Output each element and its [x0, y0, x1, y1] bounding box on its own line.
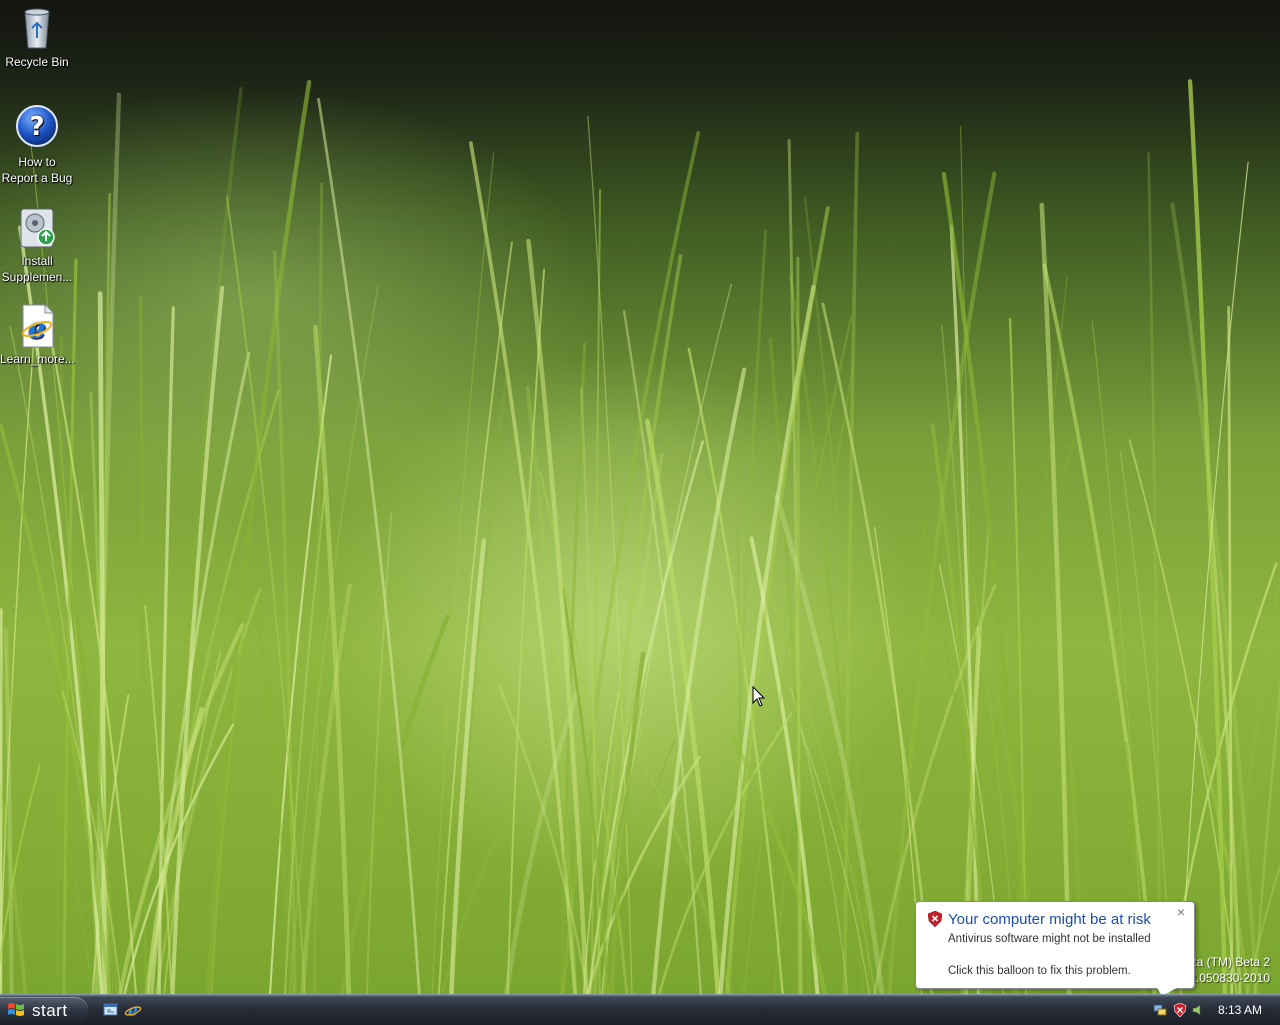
desktop-icon-learn-more[interactable]: e Learn_more... — [0, 301, 74, 367]
desktop-icon-label: How to Report a Bug — [0, 154, 74, 186]
grass-blade — [315, 184, 322, 994]
grass-blade — [588, 116, 632, 994]
balloon-title: Your computer might be at risk — [948, 911, 1151, 928]
start-button[interactable]: start — [0, 997, 88, 1023]
desktop-icon-label: Learn_more... — [0, 351, 74, 367]
svg-text:e: e — [28, 312, 46, 345]
security-shield-icon — [928, 911, 942, 927]
balloon-message: Antivirus software might not be installe… — [948, 933, 1151, 945]
grass-blade — [341, 617, 447, 994]
internet-explorer-document-icon: e — [13, 301, 61, 349]
mouse-pointer-icon — [752, 686, 766, 708]
grass-blade — [367, 514, 392, 994]
desktop-icon-install-supplemental[interactable]: Install Supplemen... — [0, 203, 74, 285]
installer-icon — [13, 203, 61, 251]
grass-blade — [1149, 153, 1161, 994]
taskbar: start e 8:13 AM — [0, 994, 1280, 1025]
help-icon: ? — [13, 104, 61, 152]
desktop-icon-report-bug[interactable]: ? How to Report a Bug — [0, 104, 74, 186]
desktop[interactable]: Recycle Bin ? How to Report a Bug Instal… — [0, 0, 1280, 994]
grass-blade — [528, 241, 586, 994]
show-desktop-icon[interactable] — [102, 1001, 120, 1019]
desktop-icon-label: Recycle Bin — [0, 54, 74, 70]
svg-text:?: ? — [29, 112, 44, 142]
desktop-icon-recycle-bin[interactable]: Recycle Bin — [0, 4, 74, 70]
network-icon[interactable] — [1153, 1003, 1167, 1017]
security-balloon[interactable]: Your computer might be at risk Antivirus… — [915, 901, 1195, 989]
clock[interactable]: 8:13 AM — [1218, 1003, 1262, 1017]
grass-blade — [798, 258, 799, 994]
recycle-bin-icon — [13, 4, 61, 52]
balloon-action-text: Click this balloon to fix this problem. — [948, 965, 1131, 977]
grass-blade — [805, 198, 870, 994]
grass-blade — [823, 304, 932, 994]
internet-explorer-icon[interactable]: e — [124, 1001, 142, 1019]
grass-blade — [64, 260, 76, 994]
grass-blade — [647, 421, 718, 994]
volume-icon[interactable] — [1191, 1003, 1205, 1017]
desktop-icon-label: Install Supplemen... — [0, 253, 74, 285]
security-center-icon[interactable] — [1173, 1003, 1187, 1017]
start-label: start — [32, 1001, 68, 1021]
grass-blade — [1190, 81, 1225, 994]
system-tray: 8:13 AM — [1145, 995, 1280, 1025]
windows-logo-icon — [7, 1001, 25, 1019]
close-icon[interactable]: × — [1174, 905, 1188, 919]
grass-blade — [164, 89, 241, 994]
wallpaper-grass — [0, 0, 1280, 994]
